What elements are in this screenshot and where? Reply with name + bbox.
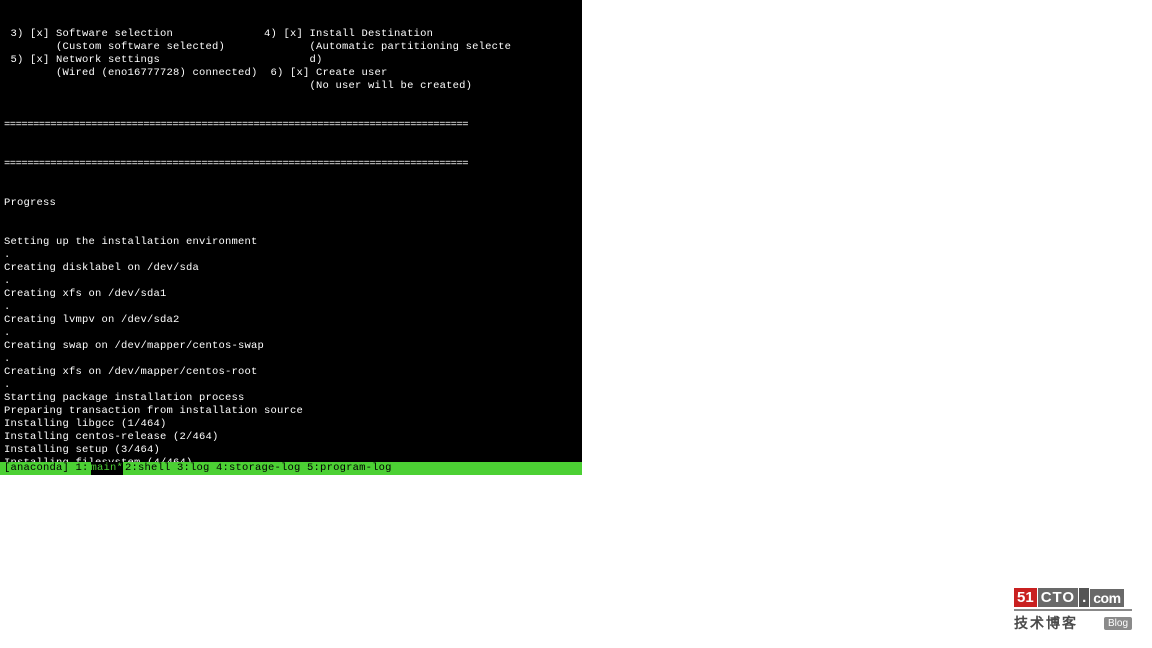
tmux-status-bar[interactable]: [anaconda] 1:main* 2:shell 3:log 4:stora…	[0, 462, 582, 475]
divider-top: ========================================…	[4, 119, 578, 132]
logo-dot: .	[1079, 588, 1089, 607]
watermark-logo: 51 CTO . com	[1014, 588, 1132, 611]
status-tabs[interactable]: 2:shell 3:log 4:storage-log 5:program-lo…	[125, 462, 392, 475]
logo-com: com	[1090, 589, 1123, 607]
logo-cto: CTO	[1038, 588, 1078, 607]
installer-menu: 3) [x] Software selection 4) [x] Install…	[4, 28, 578, 93]
menu-options: 3) [x] Software selection 4) [x] Install…	[4, 28, 511, 93]
status-prefix: [anaconda] 1:	[4, 462, 89, 475]
watermark: 51 CTO . com 技术博客 Blog	[1014, 588, 1132, 633]
terminal-window: 3) [x] Software selection 4) [x] Install…	[0, 0, 582, 475]
watermark-blog-badge: Blog	[1104, 617, 1132, 630]
status-tab-main[interactable]: main*	[91, 462, 124, 475]
logo-51: 51	[1014, 588, 1037, 607]
terminal-content: 3) [x] Software selection 4) [x] Install…	[4, 2, 578, 613]
progress-header: Progress	[4, 197, 578, 210]
divider-bottom: ========================================…	[4, 158, 578, 171]
watermark-subtitle: 技术博客 Blog	[1014, 613, 1132, 633]
progress-log: Setting up the installation environment …	[4, 236, 578, 587]
watermark-cn-text: 技术博客	[1014, 613, 1078, 633]
